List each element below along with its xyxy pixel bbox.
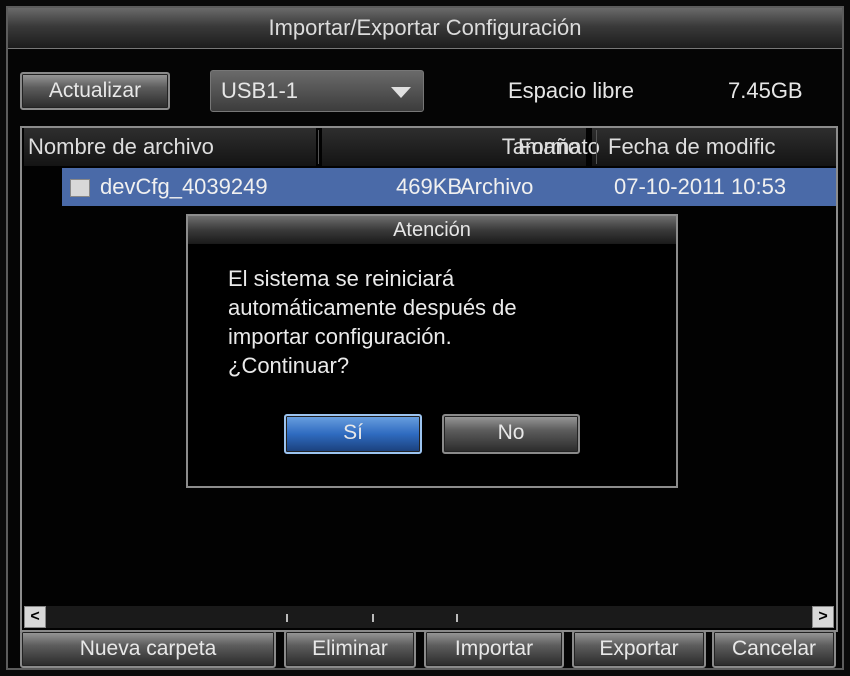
- scroll-left-icon[interactable]: <: [24, 606, 46, 628]
- file-name: devCfg_4039249: [100, 174, 268, 199]
- column-divider: [596, 130, 597, 164]
- file-date: 07-10-2011 10:53: [614, 174, 787, 199]
- column-divider: [318, 130, 319, 164]
- horizontal-scrollbar[interactable]: < >: [24, 606, 834, 628]
- column-header-format-label: Formato: [518, 134, 600, 159]
- yes-button[interactable]: Sí: [284, 414, 422, 454]
- dialog-message-line: automáticamente después de: [228, 295, 517, 320]
- table-row[interactable]: devCfg_4039249 469KB Archivo 07-10-2011 …: [62, 168, 836, 206]
- dialog-message-line: ¿Continuar?: [228, 353, 350, 378]
- dialog-title: Atención: [188, 216, 676, 244]
- file-format: Archivo: [460, 174, 534, 199]
- import-button[interactable]: Importar: [424, 630, 564, 668]
- no-button[interactable]: No: [442, 414, 580, 454]
- window-title: Importar/Exportar Configuración: [8, 8, 842, 49]
- file-size: 469KB: [396, 174, 463, 199]
- free-space-value: 7.45GB: [728, 78, 803, 103]
- column-header-date[interactable]: Fecha de modific: [602, 128, 836, 166]
- device-select-value: USB1-1: [221, 78, 299, 103]
- export-button[interactable]: Exportar: [572, 630, 706, 668]
- confirm-dialog: Atención El sistema se reiniciará automá…: [186, 214, 678, 488]
- dialog-message: El sistema se reiniciará automáticamente…: [228, 264, 648, 380]
- dialog-message-line: El sistema se reiniciará: [228, 266, 455, 291]
- delete-button[interactable]: Eliminar: [284, 630, 416, 668]
- refresh-button[interactable]: Actualizar: [20, 72, 170, 110]
- scroll-tick: [286, 614, 288, 622]
- chevron-down-icon: [391, 87, 411, 98]
- column-header-name[interactable]: Nombre de archivo: [24, 128, 316, 166]
- dialog-message-line: importar configuración.: [228, 324, 452, 349]
- free-space-label: Espacio libre: [508, 78, 634, 103]
- cancel-button[interactable]: Cancelar: [712, 630, 836, 668]
- device-select[interactable]: USB1-1: [210, 70, 424, 112]
- scroll-tick: [456, 614, 458, 622]
- scroll-tick: [372, 614, 374, 622]
- scroll-right-icon[interactable]: >: [812, 606, 834, 628]
- file-icon: [70, 179, 90, 197]
- new-folder-button[interactable]: Nueva carpeta: [20, 630, 276, 668]
